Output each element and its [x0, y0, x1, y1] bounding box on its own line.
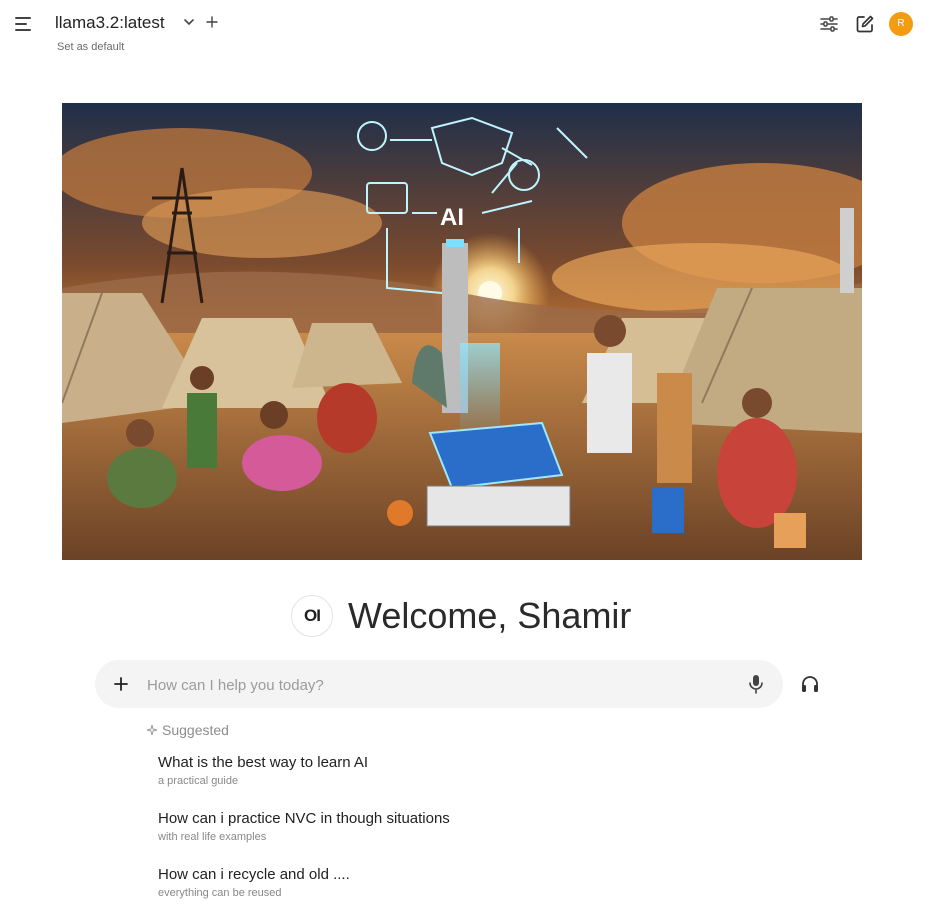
suggested-label: Suggested — [146, 722, 229, 738]
welcome-header: OI Welcome, Shamir — [291, 594, 631, 638]
welcome-message: Welcome, Shamir — [348, 595, 632, 636]
suggestion-subtitle: everything can be reused — [158, 887, 282, 899]
chat-input[interactable] — [145, 670, 749, 700]
chat-input-container — [95, 660, 783, 708]
sliders-icon — [820, 16, 838, 32]
suggestion-title: How can i practice NVC in though situati… — [158, 810, 450, 827]
voice-input-button[interactable] — [747, 674, 765, 694]
suggestion-item[interactable]: How can i practice NVC in though situati… — [158, 810, 450, 843]
model-selector-dropdown[interactable] — [182, 15, 196, 29]
set-as-default-link[interactable]: Set as default — [57, 41, 124, 53]
hero-image: AI — [62, 103, 862, 560]
menu-button[interactable] — [14, 14, 34, 34]
suggestion-subtitle: a practical guide — [158, 775, 239, 787]
attach-button[interactable] — [113, 676, 129, 692]
plus-icon — [206, 16, 218, 28]
add-model-button[interactable] — [205, 15, 219, 29]
voice-mode-button[interactable] — [800, 674, 820, 694]
suggestion-subtitle: with real life examples — [158, 831, 267, 843]
top-bar: llama3.2:latest Set as default R — [0, 0, 929, 60]
plus-icon — [114, 677, 128, 691]
model-name[interactable]: llama3.2:latest — [55, 13, 165, 33]
suggestion-item[interactable]: What is the best way to learn AI a pract… — [158, 754, 368, 787]
edit-icon — [856, 15, 874, 33]
microphone-icon — [749, 675, 763, 694]
sparkle-icon — [146, 724, 158, 736]
hamburger-icon — [15, 17, 31, 31]
suggestion-item[interactable]: How can i recycle and old .... everythin… — [158, 866, 350, 899]
openwebui-logo: OI — [291, 595, 333, 637]
hero-ai-caption: AI — [440, 204, 464, 231]
new-chat-button[interactable] — [855, 14, 875, 34]
headphones-icon — [802, 676, 818, 692]
logo-text: OI — [304, 606, 321, 625]
chevron-down-icon — [184, 19, 194, 26]
controls-button[interactable] — [819, 14, 839, 34]
suggested-label-text: Suggested — [162, 722, 229, 738]
user-avatar[interactable]: R — [889, 12, 913, 36]
suggestion-title: How can i recycle and old .... — [158, 866, 350, 883]
suggestion-title: What is the best way to learn AI — [158, 754, 369, 771]
